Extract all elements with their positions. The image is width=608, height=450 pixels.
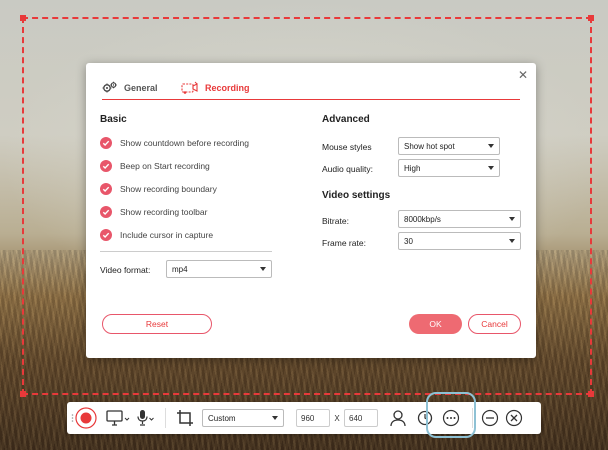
basic-divider [100,251,272,252]
region-handle-bottom-right[interactable] [588,391,594,397]
preferences-dialog: ✕ General Recording Basic Show countdown… [86,63,536,358]
region-handle-bottom-left[interactable] [20,391,26,397]
close-icon[interactable]: ✕ [518,69,528,81]
bitrate-select[interactable]: 8000kbp/s [398,210,521,228]
tab-recording[interactable]: Recording [181,81,250,94]
tab-recording-label: Recording [205,82,250,93]
audio-quality-label: Audio quality: [322,164,374,174]
mouse-styles-label: Mouse styles [322,142,372,152]
chevron-down-icon [509,239,515,243]
option-cursor[interactable]: Include cursor in capture [100,229,213,241]
mouse-styles-value: Show hot spot [404,141,455,151]
minimize-button[interactable] [479,402,501,434]
height-input[interactable]: 640 [344,409,378,427]
gears-icon [102,81,117,93]
frame-rate-value: 30 [404,236,413,246]
audio-quality-select[interactable]: High [398,159,500,177]
mouse-styles-select[interactable]: Show hot spot [398,137,500,155]
option-toolbar-label: Show recording toolbar [120,207,208,217]
ok-button[interactable]: OK [409,314,462,334]
record-button[interactable] [73,402,99,434]
checkmark-icon[interactable] [100,229,112,241]
option-boundary[interactable]: Show recording boundary [100,183,217,195]
highlight-ring [426,392,476,438]
frame-rate-select[interactable]: 30 [398,232,521,250]
option-countdown-label: Show countdown before recording [120,138,249,148]
option-countdown[interactable]: Show countdown before recording [100,137,249,149]
checkmark-icon[interactable] [100,137,112,149]
region-handle-top-right[interactable] [588,15,594,21]
frame-rate-label: Frame rate: [322,238,366,248]
monitor-icon [106,410,130,426]
basic-section-title: Basic [100,114,127,125]
checkmark-icon[interactable] [100,183,112,195]
size-preset-value: Custom [208,413,236,423]
recording-icon [181,81,198,94]
tab-general[interactable]: General [102,81,158,94]
crop-icon [177,410,193,426]
tab-general-label: General [124,82,158,93]
width-input[interactable]: 960 [296,409,330,427]
crop-button[interactable] [173,402,197,434]
dimension-separator: X [334,413,340,423]
record-icon [75,407,97,429]
minimize-icon [481,409,499,427]
video-format-select[interactable]: mp4 [166,260,272,278]
chevron-down-icon [272,416,278,420]
option-beep-label: Beep on Start recording [120,161,210,171]
cancel-button[interactable]: Cancel [468,314,521,334]
webcam-button[interactable] [387,402,409,434]
size-preset-select[interactable]: Custom [202,409,284,427]
checkmark-icon[interactable] [100,160,112,172]
video-format-label: Video format: [100,265,151,275]
audio-quality-value: High [404,163,421,173]
microphone-button[interactable] [135,402,155,434]
reset-button[interactable]: Reset [102,314,212,334]
advanced-section-title: Advanced [322,114,370,125]
close-circle-icon [505,409,523,427]
close-button[interactable] [503,402,525,434]
option-boundary-label: Show recording boundary [120,184,217,194]
toolbar-divider [165,408,166,428]
chevron-down-icon [260,267,266,271]
bitrate-label: Bitrate: [322,216,349,226]
region-handle-top-left[interactable] [20,15,26,21]
chevron-down-icon [509,217,515,221]
checkmark-icon[interactable] [100,206,112,218]
chevron-down-icon [488,144,494,148]
screen-source-button[interactable] [105,402,131,434]
option-toolbar[interactable]: Show recording toolbar [100,206,207,218]
chevron-down-icon [488,166,494,170]
video-format-value: mp4 [172,264,188,274]
microphone-icon [137,410,154,426]
option-cursor-label: Include cursor in capture [120,230,214,240]
tab-underline [102,99,520,100]
bitrate-value: 8000kbp/s [404,214,441,224]
person-icon [390,410,406,427]
video-settings-section-title: Video settings [322,190,391,201]
option-beep[interactable]: Beep on Start recording [100,160,210,172]
